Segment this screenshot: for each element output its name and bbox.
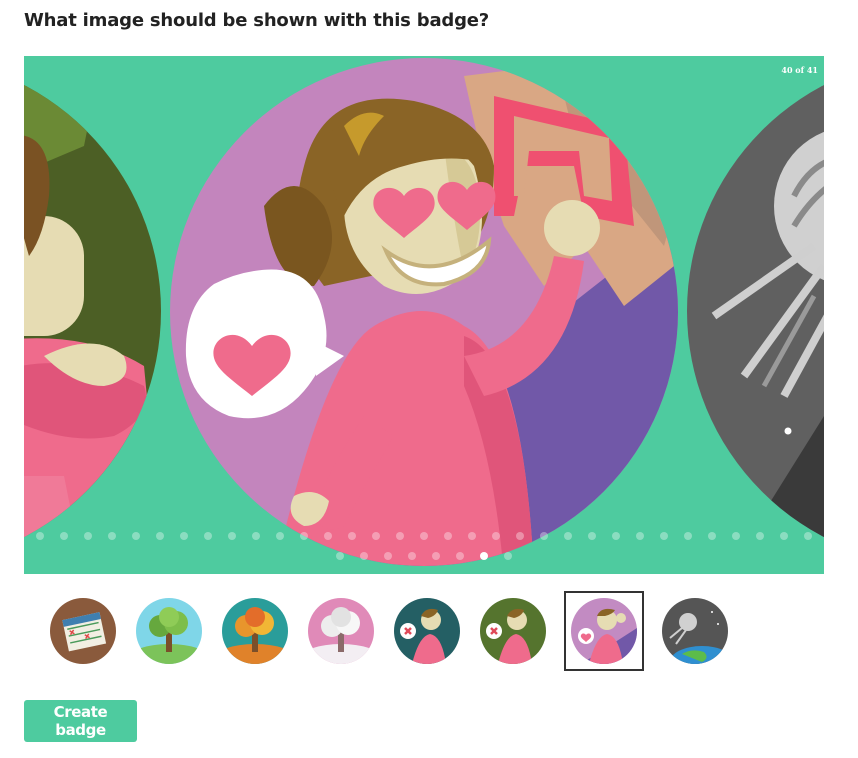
- carousel-dots-row1: [24, 532, 824, 540]
- carousel-dot[interactable]: [396, 532, 404, 540]
- thumbnail-strip: [48, 591, 730, 671]
- thumbnail-woman-x-teal[interactable]: [392, 596, 462, 666]
- carousel-dot[interactable]: [276, 532, 284, 540]
- carousel-dot[interactable]: [108, 532, 116, 540]
- carousel-dot[interactable]: [588, 532, 596, 540]
- woman-x-green-icon: [480, 598, 546, 664]
- carousel-dot[interactable]: [252, 532, 260, 540]
- carousel-dot[interactable]: [612, 532, 620, 540]
- carousel-dot[interactable]: [336, 552, 344, 560]
- thumbnail-tree-autumn[interactable]: [220, 596, 290, 666]
- carousel-dot[interactable]: [456, 552, 464, 560]
- green-tree-icon: [136, 598, 202, 664]
- satellite-earth-icon: [662, 598, 728, 664]
- carousel-dot[interactable]: [780, 532, 788, 540]
- calendar-checklist-icon: [50, 598, 116, 664]
- carousel-slides: [24, 56, 824, 574]
- snow-tree-icon: [308, 598, 374, 664]
- thumbnail-woman-x-green[interactable]: [478, 596, 548, 666]
- thumbnail-satellite[interactable]: [660, 596, 730, 666]
- carousel-dot[interactable]: [204, 532, 212, 540]
- carousel-dot[interactable]: [156, 532, 164, 540]
- thumbnail-tree-winter[interactable]: [306, 596, 376, 666]
- orange-tree-icon: [222, 598, 288, 664]
- page-title: What image should be shown with this bad…: [24, 10, 490, 31]
- carousel-dot[interactable]: [504, 552, 512, 560]
- slide-counter: 40 of 41: [781, 65, 818, 75]
- carousel-dot[interactable]: [516, 532, 524, 540]
- carousel-dot[interactable]: [84, 532, 92, 540]
- carousel-dot[interactable]: [468, 532, 476, 540]
- carousel-dot[interactable]: [732, 532, 740, 540]
- thumbnail-woman-heart[interactable]: [564, 591, 644, 671]
- carousel-dot[interactable]: [756, 532, 764, 540]
- carousel-dot[interactable]: [432, 552, 440, 560]
- woman-heart-icon: [571, 598, 637, 664]
- carousel-dot[interactable]: [804, 532, 812, 540]
- carousel-dot[interactable]: [300, 532, 308, 540]
- image-carousel[interactable]: 40 of 41: [24, 56, 824, 574]
- carousel-dots-row2: [24, 552, 824, 560]
- carousel-dot[interactable]: [384, 552, 392, 560]
- carousel-dot[interactable]: [480, 552, 488, 560]
- carousel-dot[interactable]: [180, 532, 188, 540]
- carousel-dot[interactable]: [684, 532, 692, 540]
- woman-x-teal-icon: [394, 598, 460, 664]
- satellite-icon[interactable]: [687, 56, 824, 574]
- carousel-dot[interactable]: [492, 532, 500, 540]
- carousel-dot[interactable]: [372, 532, 380, 540]
- carousel-dot[interactable]: [420, 532, 428, 540]
- carousel-dot[interactable]: [564, 532, 572, 540]
- carousel-dot[interactable]: [408, 552, 416, 560]
- carousel-dot[interactable]: [444, 532, 452, 540]
- woman-heart-eyes-icon[interactable]: [170, 58, 704, 574]
- create-badge-button[interactable]: Create badge: [24, 700, 137, 742]
- woman-arms-crossed-icon[interactable]: [24, 56, 164, 574]
- thumbnail-calendar[interactable]: [48, 596, 118, 666]
- carousel-dot[interactable]: [36, 532, 44, 540]
- carousel-dot[interactable]: [660, 532, 668, 540]
- carousel-dot[interactable]: [60, 532, 68, 540]
- thumbnail-tree-spring[interactable]: [134, 596, 204, 666]
- carousel-dot[interactable]: [324, 532, 332, 540]
- carousel-dot[interactable]: [708, 532, 716, 540]
- carousel-dot[interactable]: [348, 532, 356, 540]
- carousel-dot[interactable]: [636, 532, 644, 540]
- carousel-dot[interactable]: [360, 552, 368, 560]
- carousel-dot[interactable]: [540, 532, 548, 540]
- carousel-dot[interactable]: [228, 532, 236, 540]
- carousel-dot[interactable]: [132, 532, 140, 540]
